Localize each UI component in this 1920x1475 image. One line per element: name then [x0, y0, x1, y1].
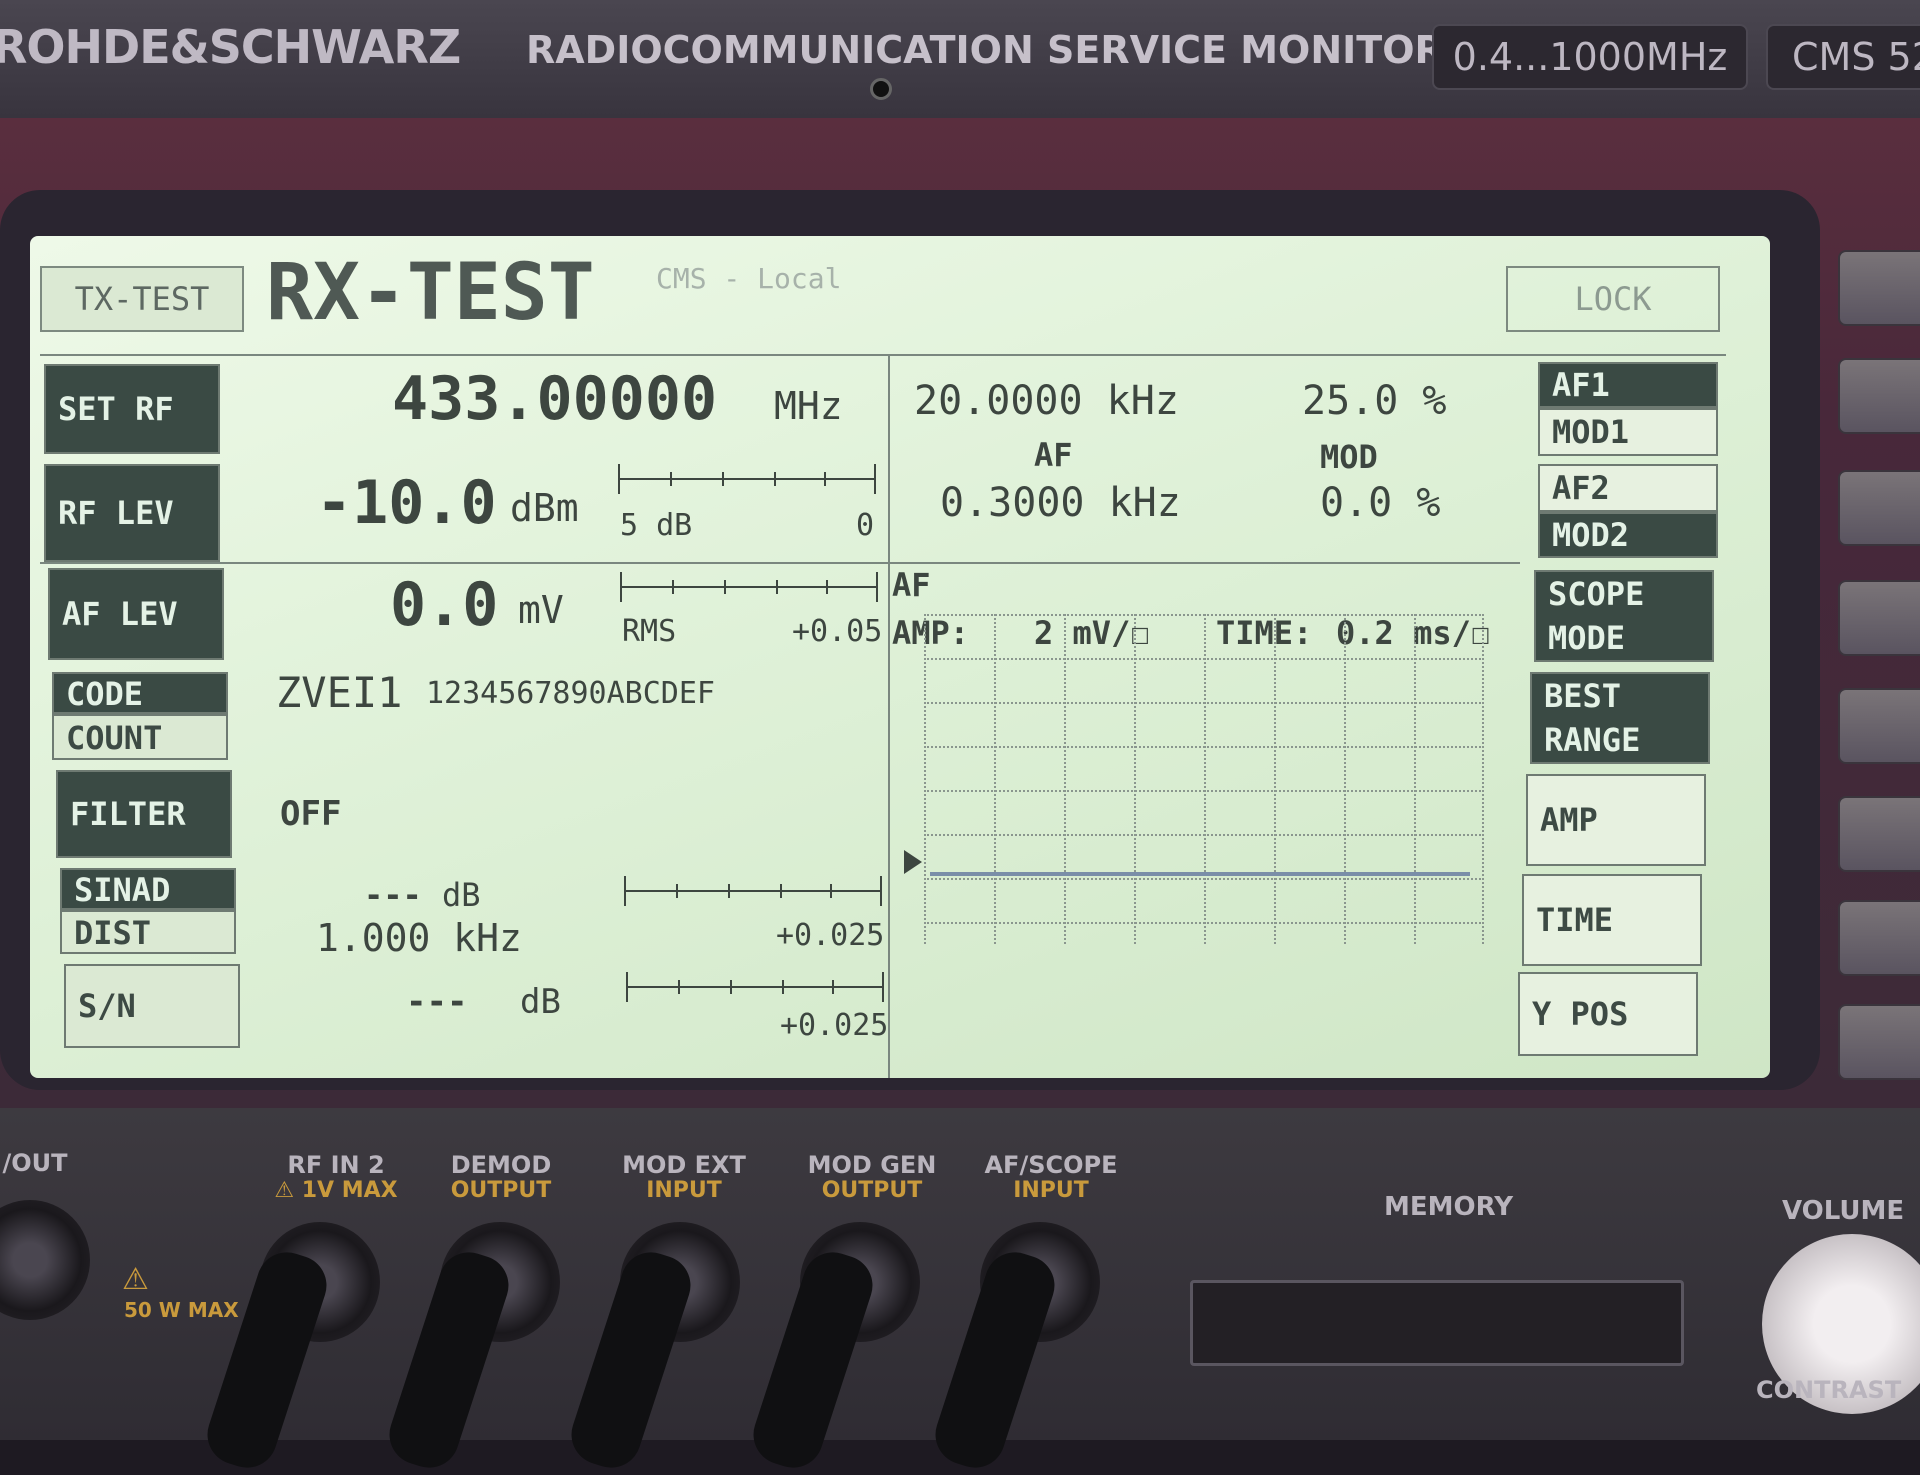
- oscilloscope-display: [904, 614, 1484, 944]
- instrument-title: RADIOCOMMUNICATION SERVICE MONITOR: [526, 28, 1444, 72]
- mid-divider: [40, 562, 1520, 564]
- hardware-softkey-5[interactable]: [1838, 688, 1920, 764]
- hardware-softkey-4[interactable]: [1838, 580, 1920, 656]
- sinad-bar: [624, 876, 882, 906]
- hardware-softkey-7[interactable]: [1838, 900, 1920, 976]
- code-digits: 1234567890ABCDEF: [426, 676, 715, 711]
- rf-lev-key[interactable]: RF LEV: [44, 464, 220, 562]
- contrast-label: CONTRAST: [1756, 1376, 1902, 1404]
- set-rf-value: 433.00000: [392, 364, 718, 434]
- af-lev-unit: mV: [518, 588, 564, 632]
- set-rf-unit: MHz: [774, 384, 843, 428]
- frequency-range-plate: 0.4...1000MHz: [1432, 24, 1748, 90]
- rf-lev-unit: dBm: [510, 486, 579, 530]
- memory-card-slot[interactable]: [1190, 1280, 1684, 1366]
- amp-key[interactable]: AMP: [1526, 774, 1706, 866]
- dist-frequency: 1.000 kHz: [316, 916, 522, 960]
- power-rating: 50 W MAX: [124, 1298, 239, 1322]
- page-title: RX-TEST: [266, 248, 595, 338]
- out-label: /OUT: [2, 1149, 68, 1177]
- hardware-softkey-3[interactable]: [1838, 470, 1920, 546]
- af-lev-key[interactable]: AF LEV: [48, 568, 224, 660]
- sinad-value: ---: [364, 876, 422, 914]
- rf-scale-left: 5 dB: [620, 508, 693, 543]
- mod-gen-output-label: MOD GEN OUTPUT: [807, 1151, 937, 1203]
- volume-label: VOLUME: [1782, 1196, 1905, 1226]
- af-lev-value: 0.0: [390, 570, 499, 640]
- filter-key[interactable]: FILTER: [56, 770, 232, 858]
- sinad-key[interactable]: SINAD: [60, 868, 236, 910]
- af2-frequency: 0.3000 kHz: [940, 480, 1181, 526]
- lock-key[interactable]: LOCK: [1506, 266, 1720, 332]
- mode-subtitle: CMS - Local: [656, 262, 842, 295]
- center-divider: [888, 354, 890, 1078]
- count-key[interactable]: COUNT: [52, 714, 228, 760]
- sinad-unit: dB: [442, 876, 481, 914]
- code-key[interactable]: CODE: [52, 672, 228, 714]
- set-rf-key[interactable]: SET RF: [44, 364, 220, 454]
- hardware-softkey-1[interactable]: [1838, 250, 1920, 326]
- sinad-scale-right: +0.025: [776, 918, 885, 953]
- sn-key[interactable]: S/N: [64, 964, 240, 1048]
- mod1-key[interactable]: MOD1: [1538, 408, 1718, 456]
- memory-label: MEMORY: [1384, 1192, 1514, 1222]
- af2-key[interactable]: AF2: [1538, 464, 1718, 512]
- sn-value: ---: [406, 982, 468, 1022]
- lcd-screen: TX-TEST RX-TEST CMS - Local LOCK SET RF …: [30, 236, 1770, 1078]
- mod2-depth: 0.0 %: [1320, 480, 1441, 526]
- header-divider: [40, 354, 1726, 356]
- rf-lev-value: -10.0: [316, 468, 497, 538]
- scope-mode-line1: SCOPE: [1548, 575, 1645, 613]
- mod-column-label: MOD: [1320, 438, 1378, 476]
- indicator-led: [870, 78, 892, 100]
- sn-unit: dB: [520, 982, 561, 1022]
- mod-ext-input-label: MOD EXT INPUT: [622, 1151, 746, 1203]
- af-column-label: AF: [1034, 436, 1073, 474]
- rf-scale-right: 0: [856, 508, 875, 543]
- best-range-line2: RANGE: [1544, 721, 1641, 759]
- af-level-bar: [620, 572, 878, 602]
- rf-in2-label: RF IN 2 ⚠ 1V MAX: [274, 1151, 398, 1203]
- sn-bar: [626, 972, 884, 1002]
- af-scale-left: RMS: [622, 614, 677, 649]
- af-scope-input-label: AF/SCOPE INPUT: [984, 1151, 1118, 1203]
- code-standard: ZVEI1: [276, 668, 403, 717]
- scope-mode-line2: MODE: [1548, 619, 1626, 657]
- af1-key[interactable]: AF1: [1538, 362, 1718, 408]
- instrument-header: ROHDE&SCHWARZ RADIOCOMMUNICATION SERVICE…: [0, 0, 1920, 118]
- scope-trace: [930, 872, 1470, 876]
- scope-title: AF: [892, 566, 931, 604]
- tab-tx-test[interactable]: TX-TEST: [40, 266, 244, 332]
- best-range-line1: BEST: [1544, 677, 1622, 715]
- scope-zero-marker: [904, 850, 922, 874]
- hardware-softkey-8[interactable]: [1838, 1004, 1920, 1080]
- y-pos-key[interactable]: Y POS: [1518, 972, 1698, 1056]
- brand-logo: ROHDE&SCHWARZ: [0, 20, 461, 74]
- af1-frequency: 20.0000 kHz: [914, 378, 1179, 424]
- hardware-softkey-6[interactable]: [1838, 796, 1920, 872]
- sn-scale-right: +0.025: [780, 1008, 889, 1043]
- filter-value: OFF: [280, 794, 342, 834]
- scope-mode-key[interactable]: SCOPE MODE: [1534, 570, 1714, 662]
- mod2-key[interactable]: MOD2: [1538, 512, 1718, 558]
- best-range-key[interactable]: BEST RANGE: [1530, 672, 1710, 764]
- time-key[interactable]: TIME: [1522, 874, 1702, 966]
- demod-output-label: DEMOD OUTPUT: [450, 1151, 552, 1203]
- warning-icon: ⚠: [122, 1262, 149, 1297]
- model-plate: CMS 52: [1766, 24, 1920, 90]
- mod1-depth: 25.0 %: [1302, 378, 1447, 424]
- rf-level-bar: [618, 464, 876, 494]
- af-scale-right: +0.05: [792, 614, 883, 649]
- hardware-softkey-2[interactable]: [1838, 358, 1920, 434]
- dist-key[interactable]: DIST: [60, 910, 236, 954]
